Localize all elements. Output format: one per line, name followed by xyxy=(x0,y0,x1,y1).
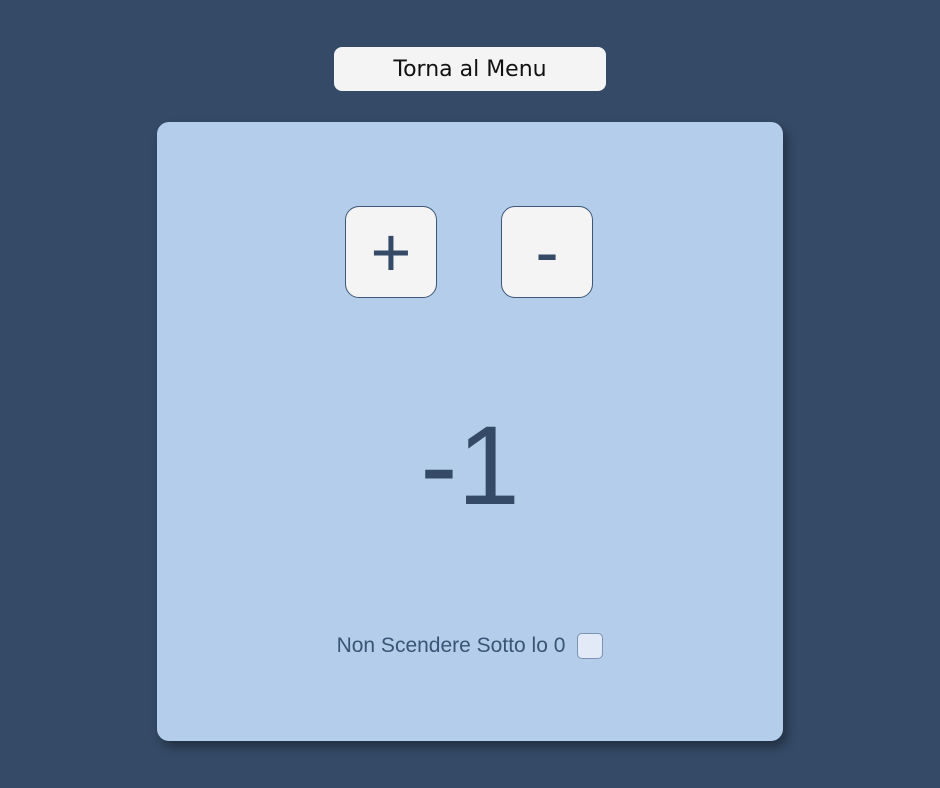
counter-card: + - -1 Non Scendere Sotto lo 0 xyxy=(157,122,783,741)
non-negative-label: Non Scendere Sotto lo 0 xyxy=(336,634,566,657)
increment-button[interactable]: + xyxy=(345,206,437,298)
decrement-button[interactable]: - xyxy=(501,206,593,298)
page: Torna al Menu + - -1 Non Scendere Sotto … xyxy=(0,0,940,788)
non-negative-option: Non Scendere Sotto lo 0 xyxy=(157,631,783,661)
counter-value: -1 xyxy=(420,403,520,528)
back-to-menu-button[interactable]: Torna al Menu xyxy=(334,47,606,91)
non-negative-checkbox[interactable] xyxy=(577,633,604,659)
